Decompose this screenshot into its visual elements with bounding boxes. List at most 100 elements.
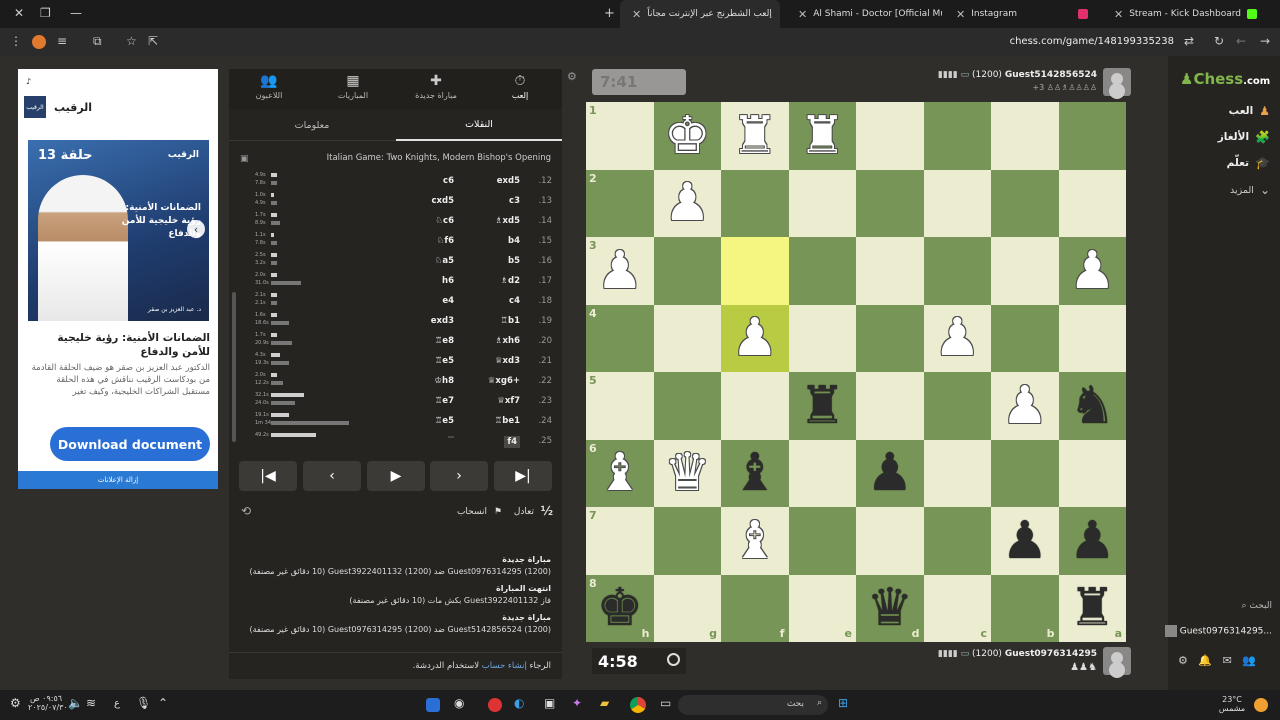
sidebar-search[interactable]: ⌕ البحث bbox=[1241, 601, 1272, 611]
messages-icon[interactable]: ✉ bbox=[1223, 654, 1232, 667]
menu-dots-icon[interactable]: ⋮ bbox=[10, 34, 22, 48]
next-move-button[interactable]: › bbox=[430, 461, 488, 491]
white-piece[interactable]: ♟ bbox=[721, 305, 789, 373]
close-tab-icon[interactable]: ✕ bbox=[632, 8, 641, 21]
board-square[interactable] bbox=[923, 507, 991, 575]
white-piece[interactable]: ♟ bbox=[1059, 237, 1127, 305]
board-square[interactable] bbox=[923, 102, 991, 170]
black-move[interactable]: ♖e5 bbox=[435, 356, 454, 366]
board-square[interactable] bbox=[856, 304, 924, 372]
remove-ads-link[interactable]: إزالة الإعلانات bbox=[18, 471, 218, 489]
ad-title[interactable]: الضمانات الأمنية: رؤية خليجية للأمن والد… bbox=[26, 331, 210, 359]
file-explorer-icon[interactable]: ▰ bbox=[600, 696, 609, 710]
minimize-window-icon[interactable]: — bbox=[70, 6, 82, 20]
player-info[interactable]: ▮▮▮▮ ▭ (1200) Guest0976314295 bbox=[938, 649, 1097, 659]
volume-icon[interactable]: 🔈 bbox=[68, 696, 83, 710]
board-square[interactable] bbox=[788, 237, 856, 305]
white-move[interactable]: ♕xg6+ bbox=[488, 376, 520, 386]
flip-board-icon[interactable]: ⟲ bbox=[241, 504, 251, 518]
board-settings-icon[interactable]: ⚙ bbox=[567, 70, 577, 83]
black-move[interactable]: ♘a5 bbox=[435, 256, 454, 266]
nav-players[interactable]: 👥 اللاعبون bbox=[229, 73, 309, 100]
sidebar-item-more[interactable]: ⌄ المزيد bbox=[1230, 183, 1270, 197]
tab-moves[interactable]: النقلات bbox=[396, 109, 562, 141]
nav-play[interactable]: ⏱ إلعب bbox=[480, 73, 560, 100]
black-move[interactable]: ♖e5 bbox=[435, 416, 454, 426]
create-account-link[interactable]: إنشاء حساب bbox=[482, 661, 527, 671]
friends-icon[interactable]: 👥 bbox=[1242, 654, 1256, 667]
draw-icon[interactable]: ½ bbox=[541, 504, 553, 518]
nav-new-game[interactable]: ✚ مباراة جديدة bbox=[396, 73, 476, 100]
download-document-button[interactable]: Download document bbox=[50, 427, 210, 461]
black-piece[interactable]: ♚ bbox=[586, 575, 654, 643]
white-piece[interactable]: ♜ bbox=[789, 102, 857, 170]
new-tab-icon[interactable]: + bbox=[604, 6, 615, 21]
white-move[interactable]: ♗d2 bbox=[500, 276, 520, 286]
board-squares[interactable]: 1 2 3 4 5 6 7 8 h g f e d c b a ♚ ♜ ♜ ♟ ♟ ♟ ♟ ♟ ♜ ♟ ♞ ♝ ♛ ♝ ♟ ♝ ♟ ♟ ♚ ♛ ♜ bbox=[586, 102, 1126, 642]
board-square[interactable] bbox=[856, 507, 924, 575]
black-move[interactable]: exd3 bbox=[431, 316, 454, 326]
black-piece[interactable]: ♜ bbox=[789, 372, 857, 440]
board-square[interactable] bbox=[991, 304, 1059, 372]
store-icon[interactable]: ▣ bbox=[544, 696, 555, 710]
white-move[interactable]: ♖b1 bbox=[500, 316, 520, 326]
ad-image[interactable]: حلقة 13 الرقيب الضمانات الأمنية: رؤية خل… bbox=[28, 140, 209, 321]
input-language[interactable]: ع bbox=[114, 698, 120, 709]
board-square[interactable]: 1 bbox=[586, 102, 654, 170]
board-square[interactable] bbox=[991, 169, 1059, 237]
black-move[interactable]: ♖e8 bbox=[435, 336, 454, 346]
black-piece[interactable]: ♟ bbox=[991, 507, 1059, 575]
board-square[interactable] bbox=[923, 372, 991, 440]
board-square[interactable] bbox=[788, 507, 856, 575]
chess-board[interactable]: 1 2 3 4 5 6 7 8 h g f e d c b a ♚ ♜ ♜ ♟ ♟ ♟ ♟ ♟ ♜ ♟ ♞ ♝ ♛ ♝ ♟ ♝ ♟ ♟ ♚ ♛ ♜ bbox=[586, 102, 1126, 642]
close-tab-icon[interactable]: ✕ bbox=[798, 8, 807, 21]
board-square[interactable] bbox=[856, 169, 924, 237]
task-view-icon[interactable]: ▭ bbox=[660, 696, 671, 710]
microphone-icon[interactable]: 🎙 bbox=[136, 696, 151, 710]
tab-info[interactable]: معلومات bbox=[229, 109, 395, 141]
board-square[interactable] bbox=[721, 169, 789, 237]
site-settings-icon[interactable]: ⇄ bbox=[1184, 34, 1194, 48]
play-button[interactable]: ▶ bbox=[367, 461, 425, 491]
board-square[interactable] bbox=[1058, 169, 1126, 237]
settings-icon[interactable]: ⚙ bbox=[1178, 654, 1188, 667]
taskbar-search[interactable]: بحث ⌕ bbox=[678, 695, 828, 715]
black-move[interactable]: c6 bbox=[443, 176, 454, 186]
sidebar-item-puzzles[interactable]: 🧩 الألغاز bbox=[1218, 130, 1270, 144]
black-piece[interactable]: ♛ bbox=[856, 575, 924, 643]
white-move[interactable]: ♕xd3 bbox=[495, 356, 520, 366]
board-square[interactable] bbox=[923, 169, 991, 237]
close-tab-icon[interactable]: ✕ bbox=[1114, 8, 1123, 21]
board-square[interactable] bbox=[653, 372, 721, 440]
white-move[interactable]: exd5 bbox=[497, 176, 520, 186]
reading-list-icon[interactable]: ≡ bbox=[57, 34, 67, 48]
white-piece[interactable]: ♜ bbox=[721, 102, 789, 170]
chevron-up-icon[interactable]: ⌃ bbox=[158, 696, 168, 710]
browser-tab-instagram[interactable]: ✕ Instagram bbox=[944, 0, 1100, 28]
white-move[interactable]: f4 bbox=[504, 436, 520, 448]
book-icon[interactable]: ▣ bbox=[240, 154, 249, 164]
white-move[interactable]: ♗xd5 bbox=[495, 216, 520, 226]
resign-button[interactable]: انسحاب bbox=[457, 507, 487, 517]
draw-button[interactable]: تعادل bbox=[514, 507, 534, 517]
white-piece[interactable]: ♛ bbox=[654, 440, 722, 508]
board-square[interactable]: c bbox=[923, 574, 991, 642]
black-piece[interactable]: ♜ bbox=[1059, 575, 1127, 643]
board-square[interactable] bbox=[923, 439, 991, 507]
black-piece[interactable]: ♟ bbox=[856, 440, 924, 508]
weather[interactable]: 23°C مشمس bbox=[1214, 695, 1250, 713]
close-tab-icon[interactable]: ✕ bbox=[956, 8, 965, 21]
reload-icon[interactable]: ↻ bbox=[1214, 34, 1224, 48]
profile-avatar[interactable] bbox=[32, 35, 46, 49]
chrome-icon[interactable] bbox=[630, 697, 646, 713]
star-icon[interactable]: ☆ bbox=[126, 34, 137, 48]
board-square[interactable] bbox=[653, 237, 721, 305]
extensions-icon[interactable]: ⧉ bbox=[93, 34, 102, 49]
board-square[interactable]: 4 bbox=[586, 304, 654, 372]
black-piece[interactable]: ♝ bbox=[721, 440, 789, 508]
chesscom-logo[interactable]: ♟Chess.com bbox=[1180, 70, 1270, 88]
sidebar-user[interactable]: Guest0976314295... bbox=[1164, 625, 1272, 637]
white-move[interactable]: b4 bbox=[508, 236, 520, 246]
board-square[interactable]: 7 bbox=[586, 507, 654, 575]
white-piece[interactable]: ♟ bbox=[586, 237, 654, 305]
